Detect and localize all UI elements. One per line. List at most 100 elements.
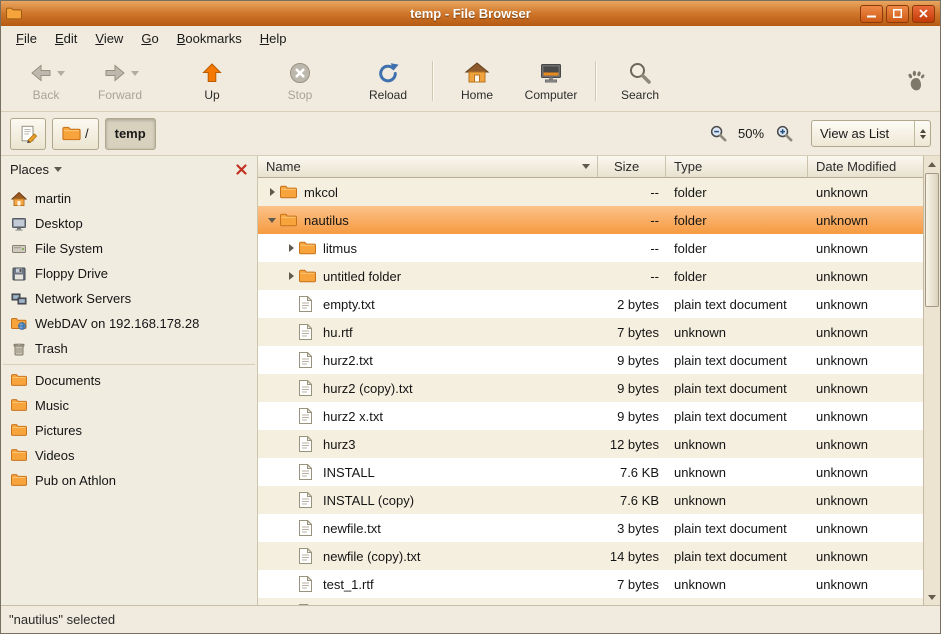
menu-file[interactable]: File xyxy=(7,28,46,49)
sidebar-item-desktop[interactable]: Desktop xyxy=(1,211,257,236)
close-button[interactable] xyxy=(912,5,935,23)
file-date-modified: unknown xyxy=(808,213,923,228)
table-row[interactable]: mkcol--folderunknown xyxy=(258,178,923,206)
expander-closed-icon[interactable] xyxy=(264,188,280,196)
table-row[interactable]: litmus--folderunknown xyxy=(258,234,923,262)
zoom-in-button[interactable] xyxy=(773,123,795,145)
reload-button[interactable]: Reload xyxy=(351,57,425,104)
table-row[interactable]: untitled folder--folderunknown xyxy=(258,262,923,290)
table-row[interactable]: nautilus--folderunknown xyxy=(258,206,923,234)
table-row[interactable]: test_1.rtf7 bytesunknownunknown xyxy=(258,570,923,598)
file-type: unknown xyxy=(666,325,808,340)
table-row[interactable]: empty.txt2 bytesplain text documentunkno… xyxy=(258,290,923,318)
scroll-up-button[interactable] xyxy=(924,156,940,172)
table-row[interactable]: newfile (copy).txt14 bytesplain text doc… xyxy=(258,542,923,570)
menu-bookmarks[interactable]: Bookmarks xyxy=(168,28,251,49)
sidebar-item-label: Trash xyxy=(35,341,68,356)
column-header-type[interactable]: Type xyxy=(666,156,808,178)
table-row[interactable]: newfile.txt3 bytesplain text documentunk… xyxy=(258,514,923,542)
scrollbar-thumb[interactable] xyxy=(925,173,939,307)
menu-view[interactable]: View xyxy=(86,28,132,49)
minimize-button[interactable] xyxy=(860,5,883,23)
up-icon xyxy=(199,60,225,86)
table-row[interactable]: hurz312 bytesunknownunknown xyxy=(258,430,923,458)
sidebar-item-floppy-drive[interactable]: Floppy Drive xyxy=(1,261,257,286)
expander-open-icon[interactable] xyxy=(264,218,280,223)
titlebar[interactable]: temp - File Browser xyxy=(1,1,940,26)
folder-icon xyxy=(299,240,317,256)
view-mode-select[interactable]: View as List xyxy=(811,120,931,147)
spinner-up-icon xyxy=(920,129,926,133)
sidebar-item-videos[interactable]: Videos xyxy=(1,443,257,468)
places-sidebar: Places martinDesktopFile System Floppy Dr… xyxy=(1,156,258,605)
table-row[interactable]: INSTALL7.6 KBunknownunknown xyxy=(258,458,923,486)
file-name: INSTALL xyxy=(323,465,375,480)
table-row[interactable]: hurz2.txt9 bytesplain text documentunkno… xyxy=(258,346,923,374)
folder-icon xyxy=(11,473,27,489)
network-icon xyxy=(11,291,27,307)
home-button[interactable]: Home xyxy=(440,57,514,104)
file-size: 9 bytes xyxy=(598,381,666,396)
edit-location-button[interactable] xyxy=(10,118,46,150)
expander-closed-icon[interactable] xyxy=(283,244,299,252)
sidebar-item-trash[interactable]: Trash xyxy=(1,336,257,361)
sidebar-item-webdav-on-192-168-178-28[interactable]: WebDAV on 192.168.178.28 xyxy=(1,311,257,336)
up-button[interactable]: Up xyxy=(175,57,249,104)
table-row[interactable]: INSTALL (copy)7.6 KBunknownunknown xyxy=(258,486,923,514)
computer-button[interactable]: Computer xyxy=(514,57,588,104)
sidebar-item-pub-on-athlon[interactable]: Pub on Athlon xyxy=(1,468,257,493)
sidebar-item-network-servers[interactable]: Network Servers xyxy=(1,286,257,311)
stop-button[interactable]: Stop xyxy=(263,57,337,104)
back-button[interactable]: Back xyxy=(9,57,83,104)
table-row[interactable]: untitled folder (2)1.7 KBunknownunknown xyxy=(258,598,923,605)
sidebar-item-label: Music xyxy=(35,398,69,413)
maximize-button[interactable] xyxy=(886,5,909,23)
forward-button[interactable]: Forward xyxy=(83,57,157,104)
statusbar: "nautilus" selected xyxy=(1,605,940,633)
scroll-down-button[interactable] xyxy=(924,589,940,605)
zoom-out-icon xyxy=(709,124,728,143)
menu-edit[interactable]: Edit xyxy=(46,28,86,49)
sidebar-item-label: Pictures xyxy=(35,423,82,438)
column-header-size[interactable]: Size xyxy=(598,156,666,178)
menu-go[interactable]: Go xyxy=(132,28,167,49)
sidebar-item-label: Pub on Athlon xyxy=(35,473,116,488)
file-list-pane: Name Size Type Date Modified mkcol--fold… xyxy=(258,156,923,605)
search-button[interactable]: Search xyxy=(603,57,677,104)
file-name: hurz2 (copy).txt xyxy=(323,381,413,396)
table-row[interactable]: hurz2 x.txt9 bytesplain text documentunk… xyxy=(258,402,923,430)
file-date-modified: unknown xyxy=(808,577,923,592)
drive-icon xyxy=(11,241,27,257)
vertical-scrollbar[interactable] xyxy=(923,156,940,605)
column-header-date[interactable]: Date Modified xyxy=(808,156,923,178)
back-dropdown-icon[interactable] xyxy=(57,71,65,76)
sidebar-item-file-system[interactable]: File System xyxy=(1,236,257,261)
forward-dropdown-icon[interactable] xyxy=(131,71,139,76)
file-size: 12 bytes xyxy=(598,437,666,452)
sidebar-item-pictures[interactable]: Pictures xyxy=(1,418,257,443)
close-icon xyxy=(236,164,247,175)
places-header[interactable]: Places xyxy=(1,156,257,183)
view-mode-spinner[interactable] xyxy=(914,121,930,146)
file-name: empty.txt xyxy=(323,297,375,312)
column-header-name[interactable]: Name xyxy=(258,156,598,178)
sidebar-item-music[interactable]: Music xyxy=(1,393,257,418)
sidebar-item-label: Floppy Drive xyxy=(35,266,108,281)
sidebar-item-documents[interactable]: Documents xyxy=(1,368,257,393)
zoom-out-button[interactable] xyxy=(707,123,729,145)
file-type: unknown xyxy=(666,493,808,508)
search-icon xyxy=(627,60,653,86)
expander-closed-icon[interactable] xyxy=(283,272,299,280)
sidebar-item-martin[interactable]: martin xyxy=(1,186,257,211)
file-date-modified: unknown xyxy=(808,241,923,256)
table-row[interactable]: hurz2 (copy).txt9 bytesplain text docume… xyxy=(258,374,923,402)
file-type: plain text document xyxy=(666,549,808,564)
menu-help[interactable]: Help xyxy=(251,28,296,49)
file-type: unknown xyxy=(666,465,808,480)
path-button-current[interactable]: temp xyxy=(105,118,156,150)
path-button-root[interactable]: / xyxy=(52,118,99,150)
table-row[interactable]: hu.rtf7 bytesunknownunknown xyxy=(258,318,923,346)
close-sidebar-button[interactable] xyxy=(233,161,250,178)
path-current-label: temp xyxy=(115,126,146,141)
scrollbar-track[interactable] xyxy=(924,172,940,589)
